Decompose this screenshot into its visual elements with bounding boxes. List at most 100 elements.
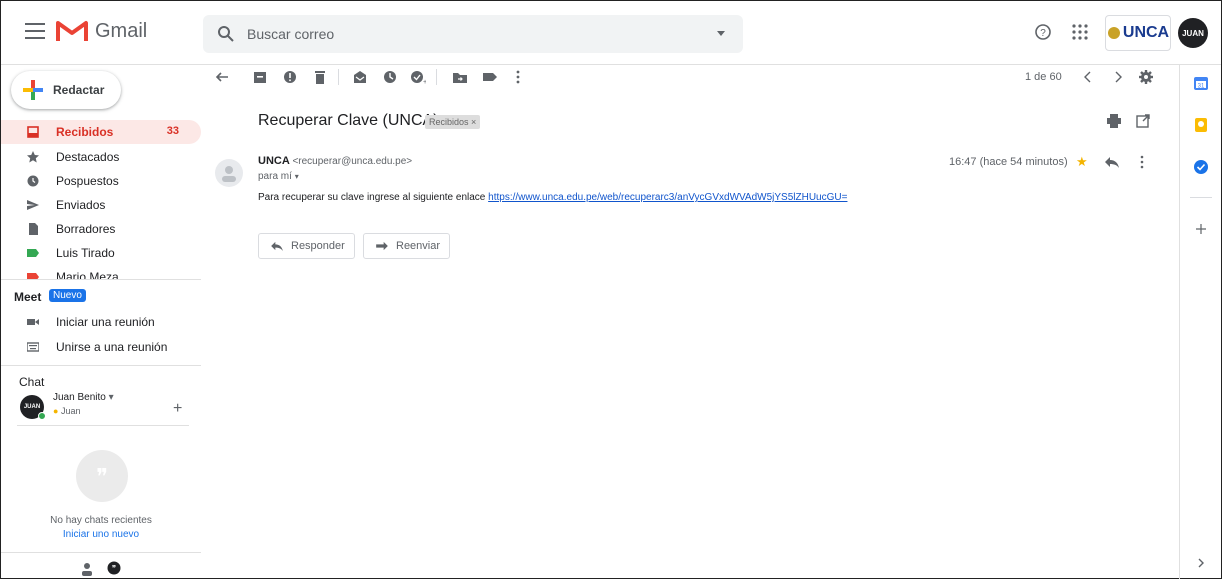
hangouts-icon[interactable]: ❞ (107, 561, 121, 577)
apps-grid-icon[interactable] (1071, 23, 1089, 41)
inbox-label-chip[interactable]: Recibidos × (425, 115, 481, 129)
meet-start-meeting[interactable]: Iniciar una reunión (1, 310, 201, 334)
keep-icon[interactable] (1193, 117, 1209, 133)
search-options-icon[interactable] (717, 31, 725, 36)
message-toolbar: + 1 de 60 (206, 65, 1171, 89)
sidebar-item-label-mario[interactable]: Mario Meza (1, 265, 201, 279)
open-new-window-icon[interactable] (1136, 114, 1150, 128)
new-badge: Nuevo (49, 289, 86, 302)
sidebar-divider (1, 365, 201, 366)
search-input[interactable] (247, 23, 687, 45)
chat-user-status: ● Juan (53, 406, 81, 416)
more-vertical-icon[interactable] (510, 69, 526, 85)
reply-button[interactable]: Responder (258, 233, 355, 259)
sidebar-item-label: Luis Tirado (56, 246, 115, 260)
chevron-right-icon[interactable] (1193, 555, 1209, 571)
gmail-logo[interactable]: Gmail (56, 19, 147, 43)
sender-avatar[interactable] (215, 159, 243, 187)
email-subject: Recuperar Clave (UNCA) (258, 112, 439, 129)
chevron-right-icon[interactable] (1110, 69, 1126, 85)
label-as-icon[interactable] (482, 69, 498, 85)
add-addon-icon[interactable] (1193, 221, 1209, 237)
mark-unread-icon[interactable] (352, 69, 368, 85)
move-to-icon[interactable] (452, 69, 468, 85)
keyboard-icon (27, 342, 39, 352)
snooze-icon[interactable] (382, 69, 398, 85)
compose-button[interactable]: Redactar (11, 71, 121, 109)
add-to-tasks-icon[interactable]: + (410, 69, 426, 85)
organization-logo-text: UNCA (1122, 24, 1170, 41)
sidebar-item-snoozed[interactable]: Pospuestos (1, 169, 201, 193)
person-icon[interactable] (81, 562, 93, 576)
top-header: Gmail ? UNCA JUAN (1, 1, 1221, 65)
sidebar-item-label: Borradores (56, 222, 116, 236)
sidebar-item-starred[interactable]: Destacados (1, 145, 201, 169)
meet-item-label: Unirse a una reunión (56, 340, 168, 354)
star-toggle-icon[interactable]: ★ (1076, 154, 1088, 170)
calendar-icon[interactable]: 31 (1193, 75, 1209, 91)
archive-icon[interactable] (252, 69, 268, 85)
search-icon[interactable] (217, 25, 235, 43)
sender-info[interactable]: UNCA <recuperar@unca.edu.pe> (258, 155, 412, 167)
reply-icon[interactable] (1105, 156, 1119, 168)
more-options-icon[interactable] (1139, 155, 1145, 169)
sidebar-item-sent[interactable]: Enviados (1, 193, 201, 217)
meet-section-title: Meet (14, 290, 42, 304)
send-icon (27, 200, 39, 210)
online-status-icon (38, 412, 46, 420)
chat-empty-icon: ❞ (76, 450, 128, 502)
sidebar-item-label: Enviados (56, 198, 106, 212)
label-icon (27, 273, 39, 279)
print-icon[interactable] (1107, 114, 1121, 128)
sidebar-item-label-luis[interactable]: Luis Tirado (1, 241, 201, 265)
sidebar-divider (17, 425, 189, 426)
search-bar[interactable] (203, 15, 743, 53)
side-panel-divider (1190, 197, 1212, 198)
svg-text:❞: ❞ (112, 564, 116, 573)
side-panel: 31 (1179, 65, 1221, 579)
account-avatar[interactable]: JUAN (1178, 18, 1208, 48)
plus-icon (23, 80, 43, 100)
sidebar-item-label: Pospuestos (56, 174, 119, 188)
gmail-m-icon (56, 21, 88, 41)
meet-join-meeting[interactable]: Unirse a una reunión (1, 335, 201, 359)
star-icon (27, 151, 39, 163)
reply-icon (271, 241, 283, 251)
forward-button[interactable]: Reenviar (363, 233, 450, 259)
chevron-left-icon[interactable] (1080, 69, 1096, 85)
sender-name: UNCA (258, 155, 290, 167)
draft-icon (29, 223, 38, 235)
sidebar: Redactar Recibidos 33 Destacados Pospues… (1, 65, 201, 579)
email-body: Para recuperar su clave ingrese al sigui… (258, 192, 848, 203)
compose-label: Redactar (53, 83, 105, 97)
recovery-link[interactable]: https://www.unca.edu.pe/web/recuperarc3/… (488, 192, 847, 203)
chat-user-row[interactable]: JUAN Juan Benito ▾ ● Juan + (17, 392, 197, 422)
recipient-line[interactable]: para mí ▾ (258, 171, 299, 182)
inbox-icon (27, 126, 39, 138)
meet-item-label: Iniciar una reunión (56, 315, 155, 329)
toolbar-divider (436, 69, 437, 85)
chat-bottom-bar: ❞ (73, 560, 133, 579)
sidebar-item-inbox[interactable]: Recibidos 33 (1, 120, 201, 144)
start-new-chat-link[interactable]: Iniciar uno nuevo (1, 529, 201, 540)
chat-user-name: Juan Benito ▾ (53, 392, 114, 403)
sidebar-item-label: Recibidos (56, 125, 114, 139)
report-spam-icon[interactable] (282, 69, 298, 85)
organization-logo[interactable]: UNCA (1105, 15, 1171, 51)
app-name: Gmail (95, 19, 148, 42)
unca-emblem-icon (1107, 27, 1120, 39)
delete-icon[interactable] (312, 69, 328, 85)
svg-text:❞: ❞ (96, 465, 108, 490)
settings-gear-icon[interactable] (1138, 69, 1154, 85)
sidebar-divider (1, 552, 201, 553)
sidebar-item-label: Destacados (56, 150, 120, 164)
help-icon[interactable]: ? (1034, 23, 1052, 41)
sidebar-item-drafts[interactable]: Borradores (1, 217, 201, 241)
back-arrow-icon[interactable] (214, 69, 230, 85)
tasks-icon[interactable] (1193, 159, 1209, 175)
clock-icon (27, 175, 39, 187)
toolbar-divider (338, 69, 339, 85)
add-chat-icon[interactable]: + (173, 400, 182, 418)
main-menu-icon[interactable] (25, 23, 45, 39)
svg-text:+: + (423, 79, 426, 85)
